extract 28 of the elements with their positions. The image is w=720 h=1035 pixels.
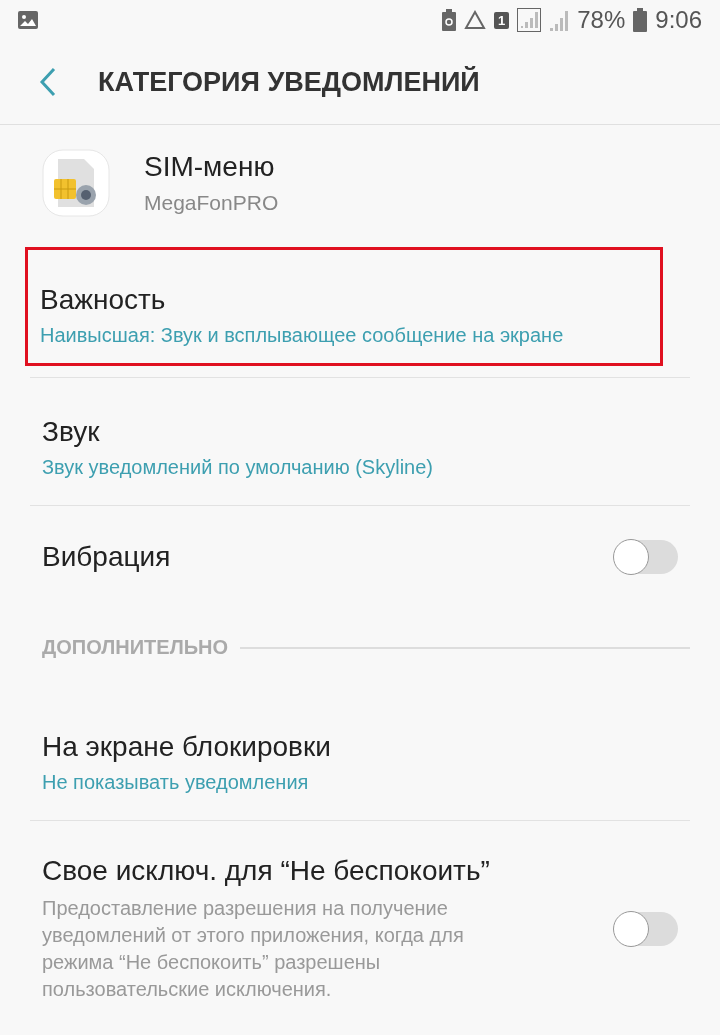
app-name: SIM-меню bbox=[144, 151, 276, 183]
sim-card-icon bbox=[42, 149, 110, 217]
app-subtitle: MegaFonPRO bbox=[144, 191, 279, 215]
setting-title: Важность bbox=[40, 284, 167, 316]
clock: 9:06 bbox=[655, 6, 702, 34]
toggle-switch[interactable] bbox=[614, 540, 678, 574]
setting-title: Звук bbox=[42, 416, 101, 448]
battery-recycle-icon bbox=[442, 9, 456, 31]
setting-title: На экране блокировки bbox=[42, 731, 332, 763]
signal-icon bbox=[549, 9, 570, 31]
back-icon[interactable] bbox=[38, 67, 58, 97]
sim-badge: 1 bbox=[494, 11, 510, 29]
setting-summary: Звук уведомлений по умолчанию (Skyline) bbox=[42, 456, 434, 479]
setting-title: Свое исключ. для “Не беспокоить” bbox=[42, 855, 491, 887]
screen-title: КАТЕГОРИЯ УВЕДОМЛЕНИЙ bbox=[98, 66, 480, 98]
setting-title: Вибрация bbox=[42, 541, 172, 573]
section-header: ДОПОЛНИТЕЛЬНО bbox=[42, 636, 229, 659]
image-icon bbox=[18, 11, 38, 29]
signal-icon bbox=[517, 8, 542, 32]
toggle-switch[interactable] bbox=[614, 912, 678, 946]
highlighted-setting[interactable]: Важность Наивысшая: Звук и всплывающее сообщение на экране bbox=[28, 250, 660, 363]
battery-percent: 78% bbox=[577, 6, 626, 34]
setting-row[interactable]: На экране блокировки Не показывать уведомления bbox=[30, 693, 690, 821]
setting-summary: Не показывать уведомления bbox=[42, 771, 310, 794]
battery-icon bbox=[633, 8, 648, 32]
setting-summary: Наивысшая: Звук и всплывающее сообщение на экране bbox=[40, 324, 565, 347]
setting-row[interactable]: Звук Звук уведомлений по умолчанию (Skyline) bbox=[30, 378, 690, 506]
setting-description: Предоставление разрешения на получение уведомлений от этого приложения, когда для режима “Не беспокоить” разрешены пользовательские исключения. bbox=[42, 896, 465, 1002]
